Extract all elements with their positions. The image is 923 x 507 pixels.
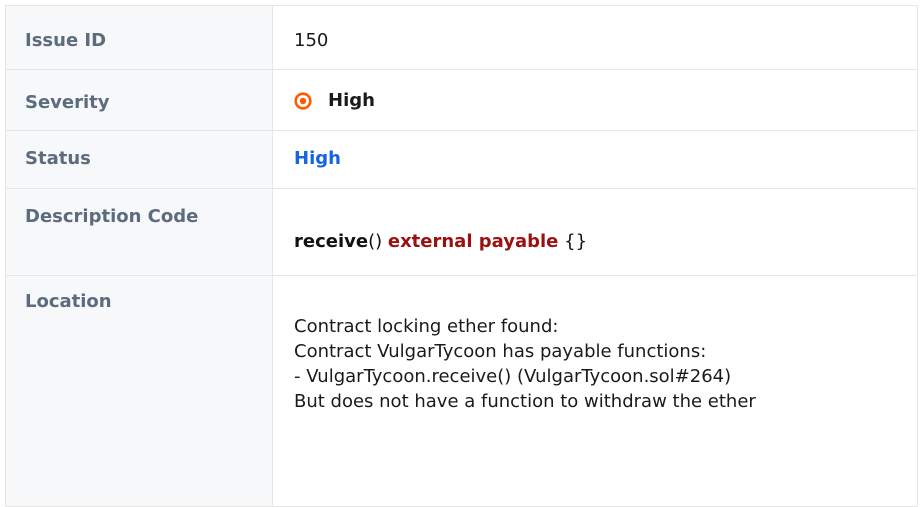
code-modifiers: external payable [387, 231, 559, 252]
description-code-label: Description Code [25, 206, 199, 227]
issue-id-value-cell: 150 [272, 5, 918, 70]
location-value-cell: Contract locking ether found: Contract V… [272, 275, 918, 507]
location-row: Location Contract locking ether found: C… [5, 275, 918, 507]
target-icon [294, 91, 312, 110]
severity-value: High [328, 90, 375, 111]
status-row: Status High [5, 130, 918, 189]
description-code-row: Description Code receive() external paya… [5, 188, 918, 276]
code-parens: () [368, 231, 388, 252]
location-line: - VulgarTycoon.receive() (VulgarTycoon.s… [294, 366, 732, 387]
issue-id-value: 150 [294, 30, 329, 51]
location-label: Location [25, 291, 112, 312]
status-label: Status [25, 148, 91, 169]
location-text: Contract locking ether found: Contract V… [273, 276, 917, 414]
location-line: But does not have a function to withdraw… [294, 391, 756, 412]
severity-row: Severity High [5, 69, 918, 131]
issue-details-table: Issue ID 150 Severity High Status High D… [5, 5, 918, 507]
severity-label-cell: Severity [5, 69, 273, 131]
status-value-cell: High [272, 130, 918, 189]
description-code-label-cell: Description Code [5, 188, 273, 276]
code-snippet: receive() external payable {} [273, 189, 917, 252]
severity-value-wrap: High [273, 70, 917, 111]
location-line: Contract VulgarTycoon has payable functi… [294, 341, 707, 362]
status-value-wrap: High [273, 131, 917, 169]
code-function-name: receive [294, 231, 369, 252]
severity-label: Severity [25, 92, 110, 113]
issue-id-label: Issue ID [25, 30, 107, 51]
location-label-cell: Location [5, 275, 273, 507]
code-body: {} [558, 231, 588, 252]
status-value: High [294, 148, 341, 169]
issue-id-label-cell: Issue ID [5, 5, 273, 70]
description-code-value-cell: receive() external payable {} [272, 188, 918, 276]
status-label-cell: Status [5, 130, 273, 189]
issue-id-row: Issue ID 150 [5, 5, 918, 70]
severity-value-cell: High [272, 69, 918, 131]
location-line: Contract locking ether found: [294, 316, 559, 337]
